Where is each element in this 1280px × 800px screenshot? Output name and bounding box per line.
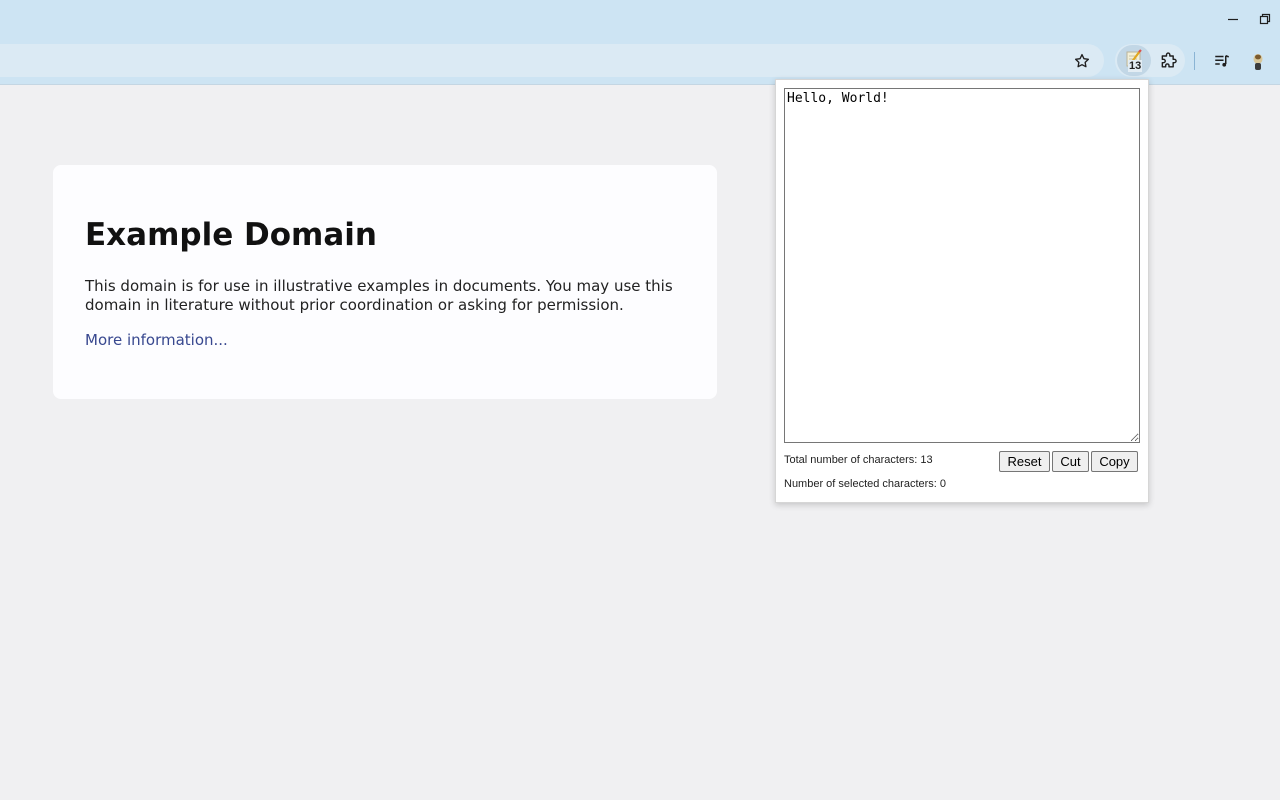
- profile-icon[interactable]: [1246, 48, 1270, 74]
- character-counter-popup: Total number of characters: 13 Number of…: [775, 79, 1149, 503]
- extension-badge: 13: [1128, 60, 1143, 72]
- address-bar[interactable]: [0, 44, 1104, 77]
- minimize-icon[interactable]: [1222, 8, 1244, 30]
- page-title: Example Domain: [85, 217, 377, 253]
- content-card: Example Domain This domain is for use in…: [53, 165, 717, 399]
- reset-button[interactable]: Reset: [999, 451, 1050, 472]
- puzzle-icon[interactable]: [1156, 48, 1182, 74]
- total-characters-label: Total number of characters: 13: [784, 454, 933, 466]
- media-control-icon[interactable]: [1209, 48, 1235, 74]
- page-description: This domain is for use in illustrative e…: [85, 277, 673, 314]
- text-input-area[interactable]: [784, 88, 1140, 443]
- restore-icon[interactable]: [1254, 8, 1276, 30]
- copy-button[interactable]: Copy: [1091, 451, 1138, 472]
- browser-toolbar: [0, 38, 1280, 85]
- bookmark-star-icon[interactable]: [1068, 47, 1096, 75]
- toolbar-separator: [1194, 52, 1195, 70]
- more-information-link[interactable]: More information...: [85, 331, 228, 349]
- selected-characters-label: Number of selected characters: 0: [784, 478, 947, 490]
- cut-button[interactable]: Cut: [1052, 451, 1089, 472]
- browser-titlebar: [0, 0, 1280, 38]
